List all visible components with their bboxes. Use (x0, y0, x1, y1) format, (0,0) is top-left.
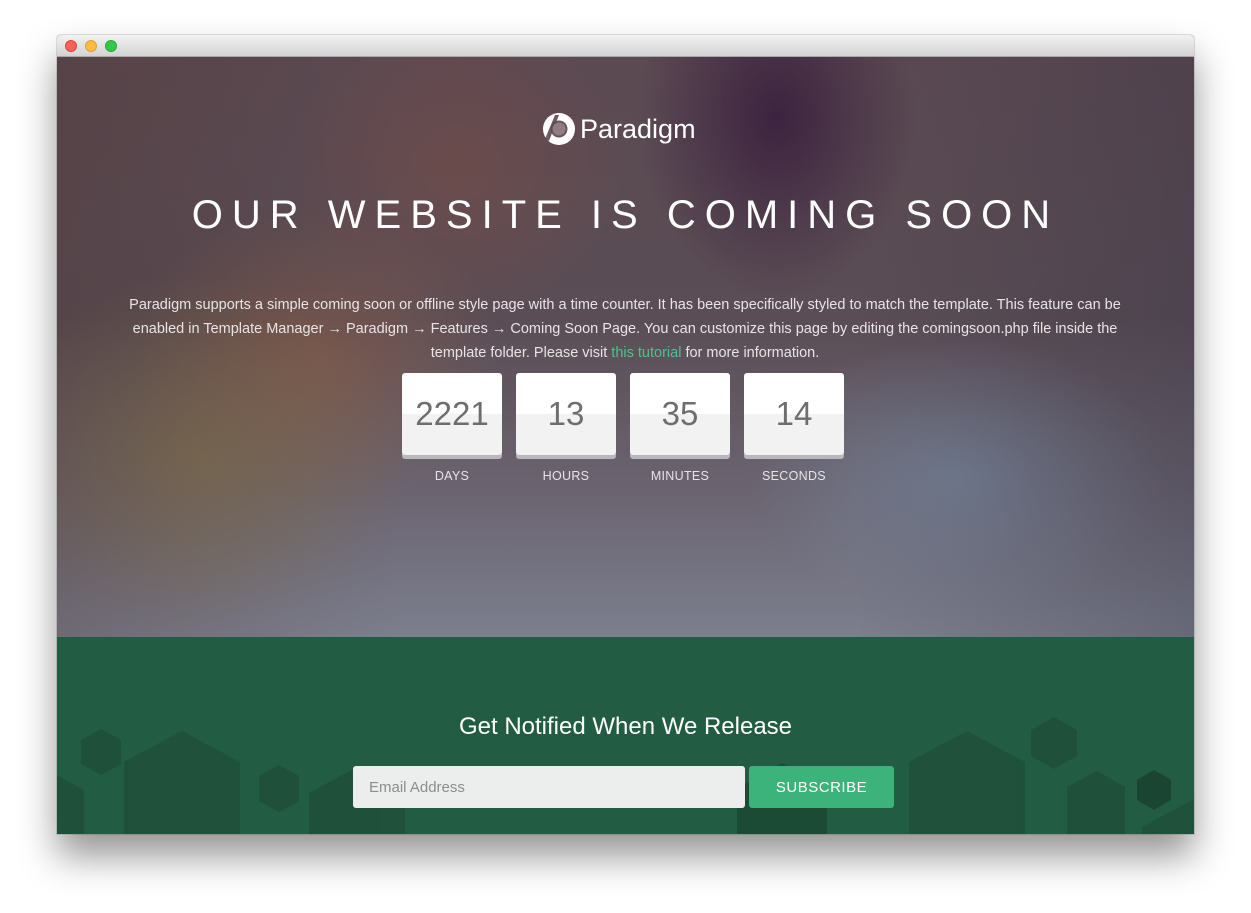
countdown-timer: 2221 DAYS 13 HOURS 35 MINUTES 14 SECONDS (402, 373, 844, 488)
window-titlebar (57, 35, 1194, 57)
hero-description: Paradigm supports a simple coming soon o… (105, 293, 1145, 365)
brand-logo[interactable]: Paradigm (541, 109, 696, 149)
tutorial-link[interactable]: this tutorial (611, 345, 681, 361)
countdown-hours-value: 13 (516, 373, 616, 455)
brand-name: Paradigm (580, 113, 696, 144)
browser-window: Paradigm OUR WEBSITE IS COMING SOON Para… (57, 35, 1194, 834)
countdown-days-label: DAYS (434, 469, 470, 483)
countdown-seconds-label: SECONDS (762, 469, 826, 483)
countdown-seconds: 14 SECONDS (744, 373, 844, 483)
subscribe-button[interactable]: SUBSCRIBE (749, 766, 894, 808)
paradigm-logo-icon (543, 113, 575, 145)
page-headline: OUR WEBSITE IS COMING SOON (191, 193, 1060, 237)
notify-section: Get Notified When We Release SUBSCRIBE (57, 637, 1194, 834)
window-maximize-button[interactable] (105, 40, 117, 52)
window-minimize-button[interactable] (85, 40, 97, 52)
countdown-days: 2221 DAYS (402, 373, 502, 483)
hero-section: Paradigm OUR WEBSITE IS COMING SOON Para… (57, 57, 1194, 637)
countdown-minutes: 35 MINUTES (630, 373, 730, 483)
countdown-seconds-value: 14 (744, 373, 844, 455)
countdown-minutes-value: 35 (630, 373, 730, 455)
email-address-input[interactable] (353, 766, 745, 808)
notify-title: Get Notified When We Release (458, 713, 793, 740)
countdown-days-value: 2221 (402, 373, 502, 455)
countdown-minutes-label: MINUTES (650, 469, 710, 483)
window-close-button[interactable] (65, 40, 77, 52)
countdown-hours: 13 HOURS (516, 373, 616, 483)
description-text-after-link: for more information. (681, 345, 820, 361)
countdown-hours-label: HOURS (542, 469, 590, 483)
